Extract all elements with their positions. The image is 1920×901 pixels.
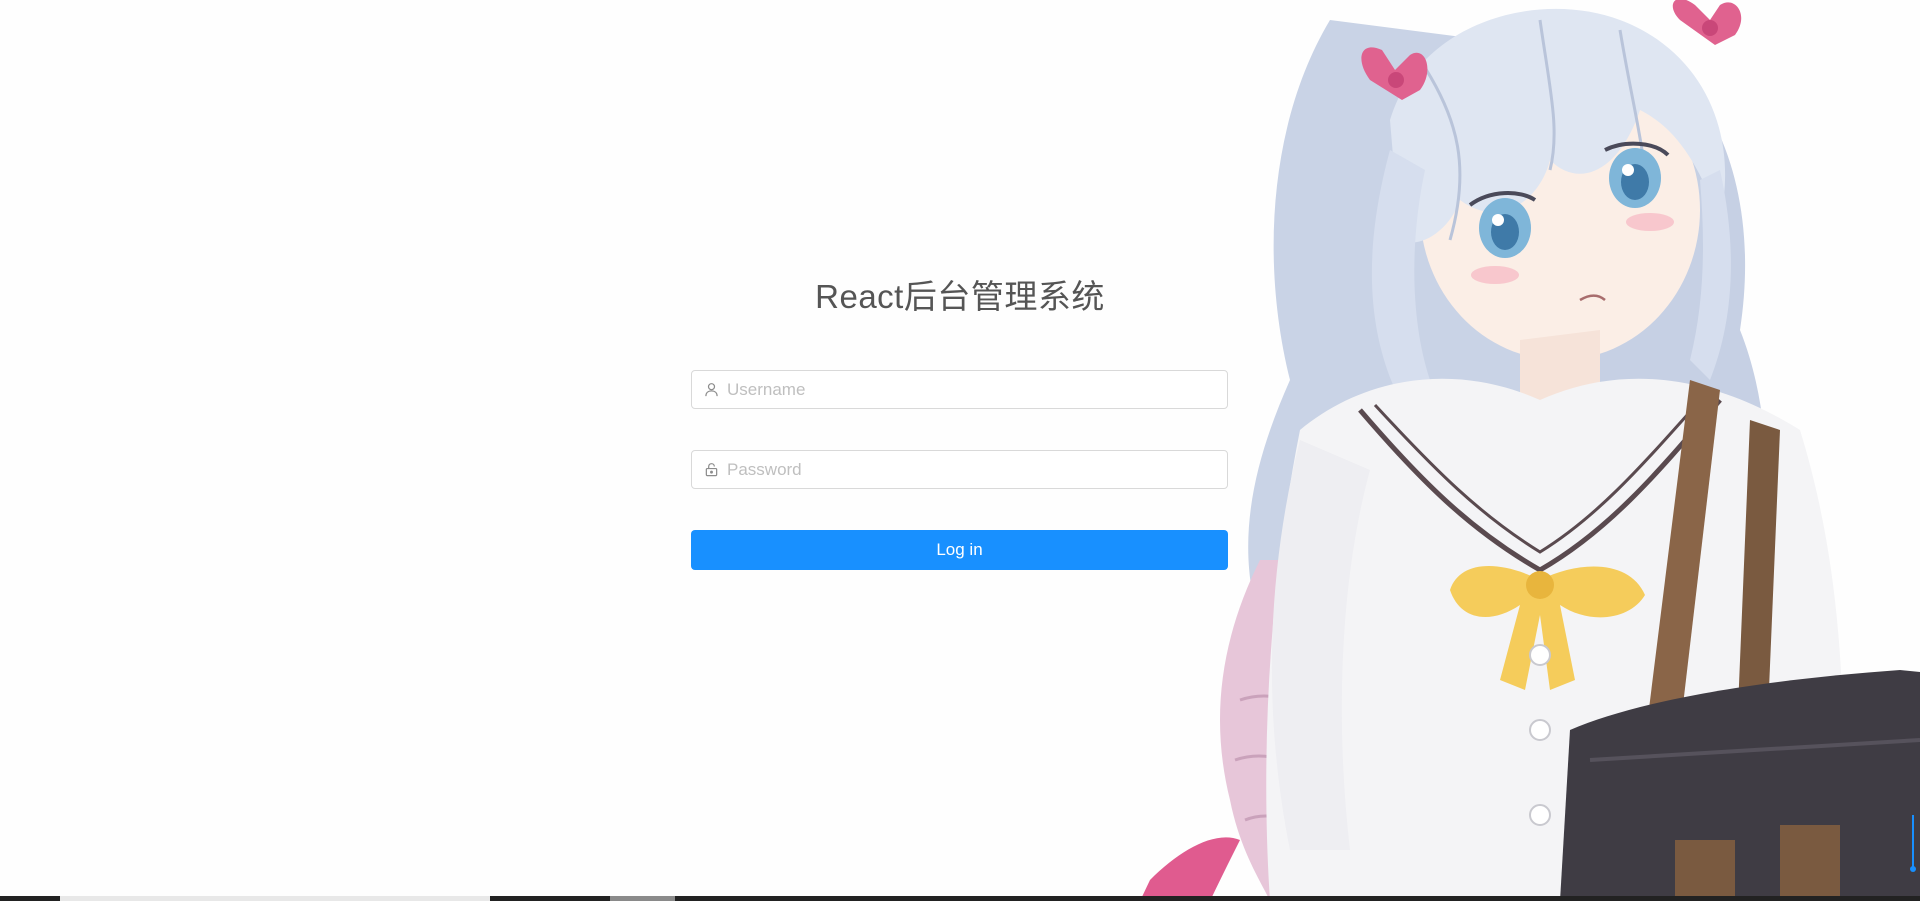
page-title: React后台管理系统 [815,278,1105,315]
lock-icon [703,462,719,478]
password-field[interactable] [691,450,1228,489]
user-icon [703,382,719,398]
taskbar-segment [610,896,675,901]
username-input[interactable] [727,371,1216,408]
scroll-indicator [1910,815,1916,875]
character-illustration [1140,0,1920,901]
login-button[interactable]: Log in [691,530,1228,570]
login-page: React后台管理系统 Log in [0,0,1920,901]
username-field[interactable] [691,370,1228,409]
password-input[interactable] [727,451,1216,488]
taskbar-strip [0,896,1920,901]
taskbar-segment [60,896,490,901]
